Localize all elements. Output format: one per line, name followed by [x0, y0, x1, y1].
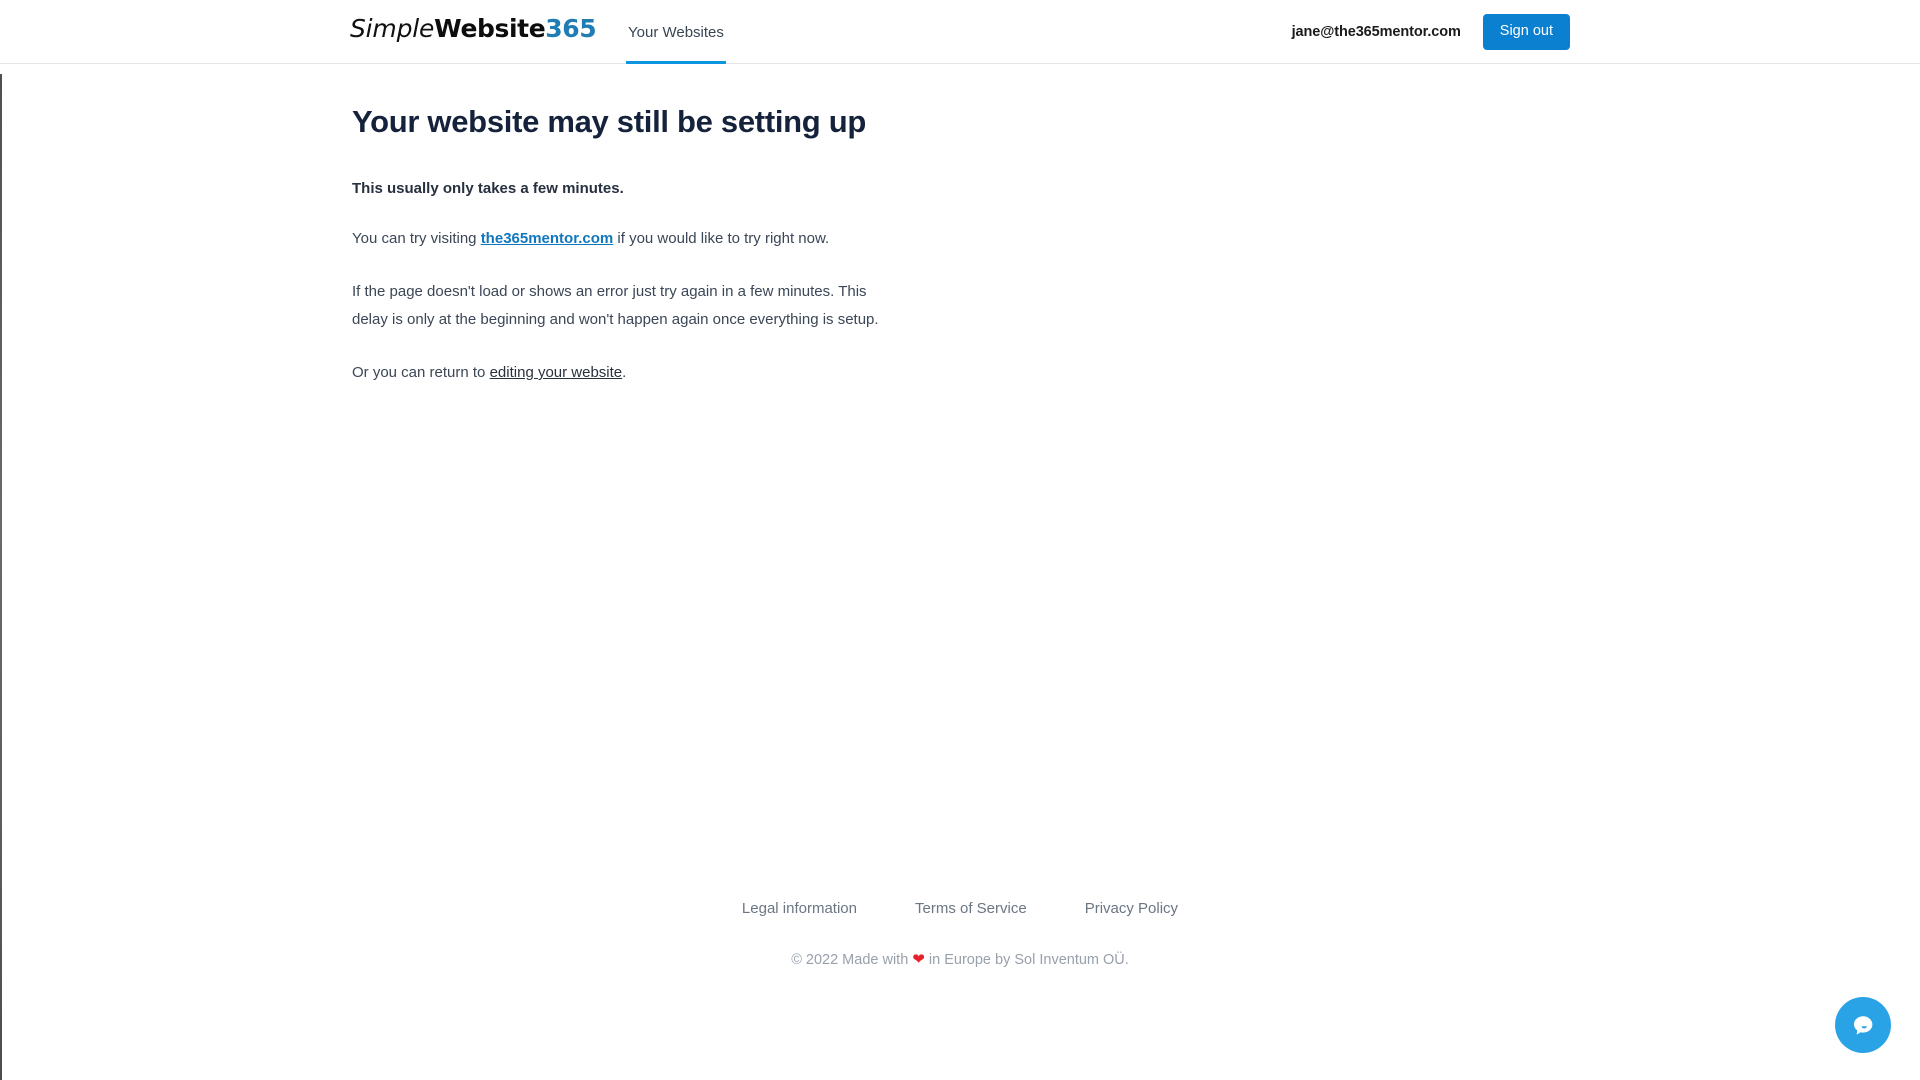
header-account-area: jane@the365mentor.com Sign out	[1292, 0, 1920, 64]
try-visiting-text-after: if you would like to try right now.	[613, 230, 830, 247]
site-header: SimpleWebsite365 Your Websites jane@the3…	[0, 0, 1920, 64]
site-footer: Legal information Terms of Service Priva…	[0, 900, 1920, 968]
user-email-label: jane@the365mentor.com	[1291, 24, 1461, 40]
footer-links: Legal information Terms of Service Priva…	[0, 900, 1920, 917]
heart-icon: ❤	[912, 951, 925, 968]
delay-explanation-paragraph: If the page doesn't load or shows an err…	[352, 283, 879, 328]
main-content: Your website may still be setting up Thi…	[352, 64, 972, 387]
page-root: SimpleWebsite365 Your Websites jane@the3…	[0, 0, 1920, 1080]
page-title: Your website may still be setting up	[352, 104, 867, 139]
return-text-after: .	[622, 364, 627, 381]
return-to-editor-paragraph: Or you can return to editing your websit…	[352, 359, 904, 387]
try-visiting-text-before: You can try visiting	[352, 230, 481, 247]
return-text-before: Or you can return to	[352, 364, 490, 381]
brand-logo[interactable]: SimpleWebsite365	[350, 14, 597, 44]
nav-tab-your-websites[interactable]: Your Websites	[626, 0, 726, 64]
footer-copyright: © 2022 Made with ❤ in Europe by Sol Inve…	[0, 950, 1920, 968]
edit-website-link[interactable]: editing your website	[490, 364, 623, 381]
brand-logo-part-website: Website	[434, 14, 546, 43]
copyright-text-before: © 2022 Made with	[791, 952, 913, 968]
primary-nav: Your Websites	[626, 0, 726, 64]
footer-link-privacy-policy[interactable]: Privacy Policy	[1085, 900, 1178, 917]
try-visiting-paragraph: You can try visiting the365mentor.com if…	[352, 225, 904, 253]
brand-logo-part-365: 365	[545, 14, 597, 43]
footer-link-terms-of-service[interactable]: Terms of Service	[915, 900, 1027, 917]
copyright-text-after: in Europe by Sol Inventum OÜ.	[924, 952, 1129, 968]
chat-widget-button[interactable]	[1835, 997, 1891, 1053]
footer-link-legal-information[interactable]: Legal information	[742, 900, 857, 917]
lead-text: This usually only takes a few minutes.	[352, 180, 624, 197]
brand-logo-part-simple: Simple	[350, 14, 435, 43]
sign-out-button[interactable]: Sign out	[1482, 14, 1570, 50]
chat-bubble-icon	[1854, 1016, 1873, 1035]
nav-tab-label: Your Websites	[628, 23, 724, 41]
website-url-link[interactable]: the365mentor.com	[481, 230, 614, 247]
